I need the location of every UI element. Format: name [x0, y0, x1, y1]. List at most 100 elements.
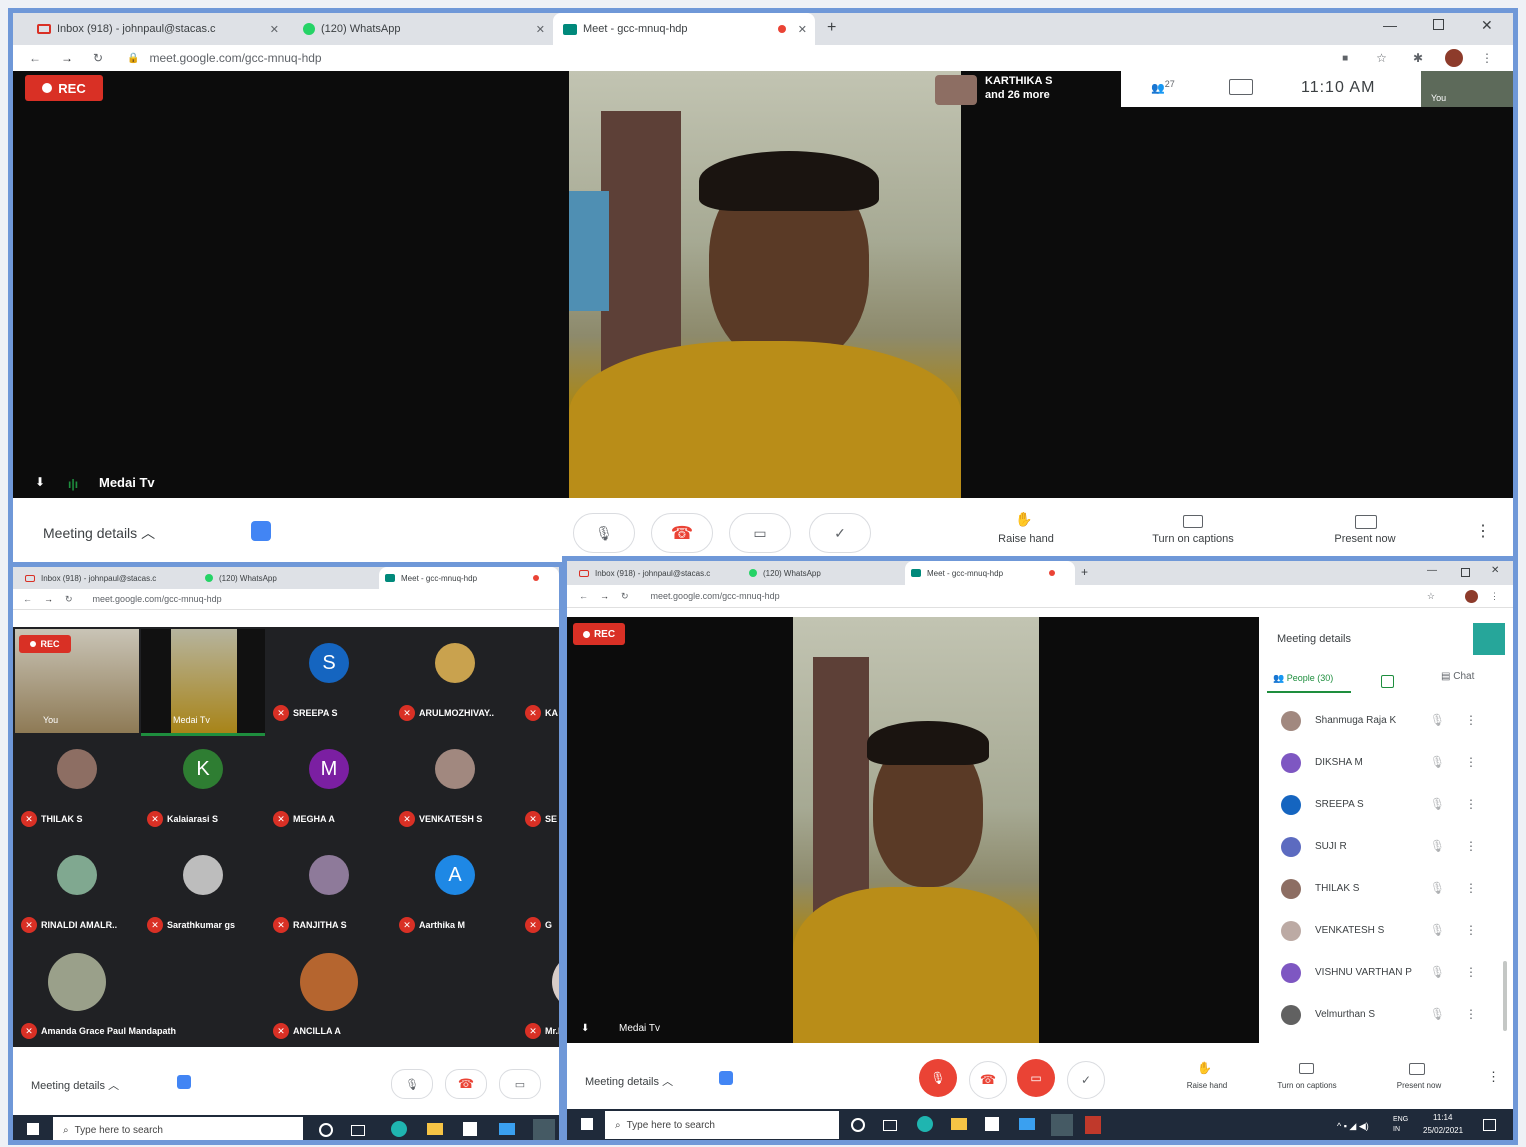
file-explorer-icon[interactable] [951, 1118, 967, 1130]
people-list-item[interactable]: Velmurthan S 🎙 ⋮ [1269, 995, 1507, 1035]
new-tab-button[interactable]: + [1081, 565, 1088, 579]
restore-icon[interactable] [1461, 568, 1470, 577]
edge-icon[interactable] [917, 1116, 933, 1132]
mic-off-icon[interactable]: 🎙 [1430, 713, 1445, 727]
raise-hand-label[interactable]: Raise hand [1167, 1081, 1247, 1090]
file-explorer-icon[interactable] [427, 1123, 443, 1135]
task-view-icon[interactable] [351, 1125, 365, 1136]
pin-icon[interactable]: ⬇ [581, 1023, 589, 1034]
raise-hand-label[interactable]: Raise hand [971, 533, 1081, 545]
star-icon[interactable]: ☆ [1427, 591, 1435, 602]
more-options-icon[interactable]: ⋮ [1465, 839, 1477, 853]
url-field[interactable]: meet.google.com/gcc-mnuq-hdp [150, 51, 322, 65]
shield-icon[interactable] [177, 1075, 191, 1089]
check-button[interactable]: ✓ [1067, 1061, 1105, 1099]
checklist-icon[interactable] [1381, 675, 1394, 688]
meeting-details-button[interactable]: Meeting details ︿ [31, 1077, 119, 1093]
tab-meet[interactable]: Meet - gcc-mnuq-hdp [379, 567, 559, 589]
back-icon[interactable]: ← [29, 51, 41, 65]
present-label[interactable]: Present now [1379, 1081, 1459, 1090]
leave-call-button[interactable]: ☎ [651, 513, 713, 553]
tab-gmail[interactable]: Inbox (918) - johnpaul@stacas.c [573, 561, 741, 585]
edge-icon[interactable] [391, 1121, 407, 1137]
shield-icon[interactable] [719, 1071, 733, 1085]
tab-meet[interactable]: Meet - gcc-mnuq-hdp [905, 561, 1075, 585]
forward-icon[interactable]: → [44, 594, 53, 604]
mic-off-icon[interactable]: 🎙 [1430, 881, 1445, 895]
mic-muted-button[interactable]: 🎙 [919, 1059, 957, 1097]
store-icon[interactable] [463, 1122, 477, 1136]
captions-icon[interactable] [1299, 1063, 1314, 1074]
store-icon[interactable] [985, 1117, 999, 1131]
tray-language[interactable]: ENG IN [1393, 1115, 1415, 1135]
minimize-icon[interactable]: — [1383, 17, 1397, 33]
start-icon[interactable] [27, 1123, 39, 1135]
cortana-icon[interactable] [319, 1123, 333, 1137]
present-icon[interactable] [1355, 515, 1377, 529]
hand-icon[interactable]: ✋ [1197, 1061, 1212, 1075]
captions-icon[interactable] [1183, 515, 1203, 528]
close-tab-icon[interactable]: ✕ [270, 23, 279, 36]
close-tab-icon[interactable]: ✕ [798, 23, 807, 36]
people-list-item[interactable]: DIKSHA M 🎙 ⋮ [1269, 743, 1507, 783]
menu-icon[interactable]: ⋮ [1481, 51, 1493, 65]
check-button[interactable]: ✓ [809, 513, 871, 553]
close-panel-button[interactable] [1473, 623, 1505, 655]
minimize-icon[interactable]: — [1427, 565, 1437, 576]
panel-scrollbar[interactable] [1503, 961, 1507, 1031]
app-taskbar-icon[interactable] [1085, 1116, 1101, 1134]
mic-off-icon[interactable]: 🎙 [1430, 797, 1445, 811]
taskbar-search-box[interactable]: ⌕ Type here to search [53, 1117, 303, 1140]
pin-icon[interactable]: ⬇ [35, 475, 45, 489]
forward-icon[interactable]: → [61, 51, 73, 65]
taskbar-search-box[interactable]: ⌕ Type here to search [605, 1111, 839, 1139]
extensions-icon[interactable]: ✱ [1413, 51, 1423, 65]
more-options-icon[interactable]: ⋮ [1487, 1069, 1500, 1085]
url-field[interactable]: meet.google.com/gcc-mnuq-hdp [93, 594, 222, 604]
back-icon[interactable]: ← [579, 591, 588, 601]
mic-off-icon[interactable]: 🎙 [1430, 839, 1445, 853]
mic-off-icon[interactable]: 🎙 [1430, 755, 1445, 769]
close-window-icon[interactable]: ✕ [1491, 565, 1499, 576]
more-options-icon[interactable]: ⋮ [1465, 965, 1477, 979]
people-list-item[interactable]: SUJI R 🎙 ⋮ [1269, 827, 1507, 867]
leave-call-button[interactable]: ☎ [445, 1069, 487, 1099]
url-field[interactable]: meet.google.com/gcc-mnuq-hdp [651, 591, 780, 601]
shield-icon[interactable] [251, 521, 271, 541]
people-list-item[interactable]: VISHNU VARTHAN P 🎙 ⋮ [1269, 953, 1507, 993]
mic-off-icon[interactable]: 🎙 [1430, 923, 1445, 937]
camera-button[interactable]: ▭ [499, 1069, 541, 1099]
restore-icon[interactable] [1433, 19, 1444, 30]
microphone-button[interactable]: 🎙 [573, 513, 635, 553]
leave-call-button[interactable]: ☎ [969, 1061, 1007, 1099]
new-tab-button[interactable]: + [827, 19, 836, 37]
people-tab[interactable]: 👥 People (30) [1273, 673, 1333, 684]
people-list-item[interactable]: THILAK S 🎙 ⋮ [1269, 869, 1507, 909]
profile-avatar[interactable] [1445, 49, 1463, 67]
hand-icon[interactable]: ✋ [1015, 511, 1032, 528]
camera-button[interactable]: ▭ [729, 513, 791, 553]
meeting-details-button[interactable]: Meeting details ︿ [585, 1073, 673, 1089]
start-icon[interactable] [581, 1118, 593, 1130]
more-options-icon[interactable]: ⋮ [1465, 713, 1477, 727]
people-list-item[interactable]: VENKATESH S 🎙 ⋮ [1269, 911, 1507, 951]
more-options-icon[interactable]: ⋮ [1475, 521, 1491, 541]
more-options-icon[interactable]: ⋮ [1465, 755, 1477, 769]
chrome-taskbar-icon[interactable] [1051, 1114, 1073, 1136]
present-label[interactable]: Present now [1309, 533, 1421, 545]
close-window-icon[interactable]: ✕ [1481, 17, 1493, 34]
profile-avatar[interactable] [1465, 589, 1478, 603]
tab-meet[interactable]: Meet - gcc-mnuq-hdp ✕ [553, 13, 815, 45]
people-list-item[interactable]: SREEPA S 🎙 ⋮ [1269, 785, 1507, 825]
mail-icon[interactable] [499, 1123, 515, 1135]
more-options-icon[interactable]: ⋮ [1465, 881, 1477, 895]
people-list-item[interactable]: Shanmuga Raja K 🎙 ⋮ [1269, 701, 1507, 741]
chrome-taskbar-icon[interactable] [533, 1119, 555, 1140]
notification-icon[interactable] [1483, 1119, 1496, 1131]
task-view-icon[interactable] [883, 1120, 897, 1131]
mic-off-icon[interactable]: 🎙 [1430, 965, 1445, 979]
tab-whatsapp[interactable]: (120) WhatsApp [743, 561, 903, 585]
captions-label[interactable]: Turn on captions [1257, 1081, 1357, 1090]
people-icon[interactable]: 👥27 [1151, 79, 1175, 95]
camera-icon[interactable]: ■ [1342, 53, 1348, 64]
